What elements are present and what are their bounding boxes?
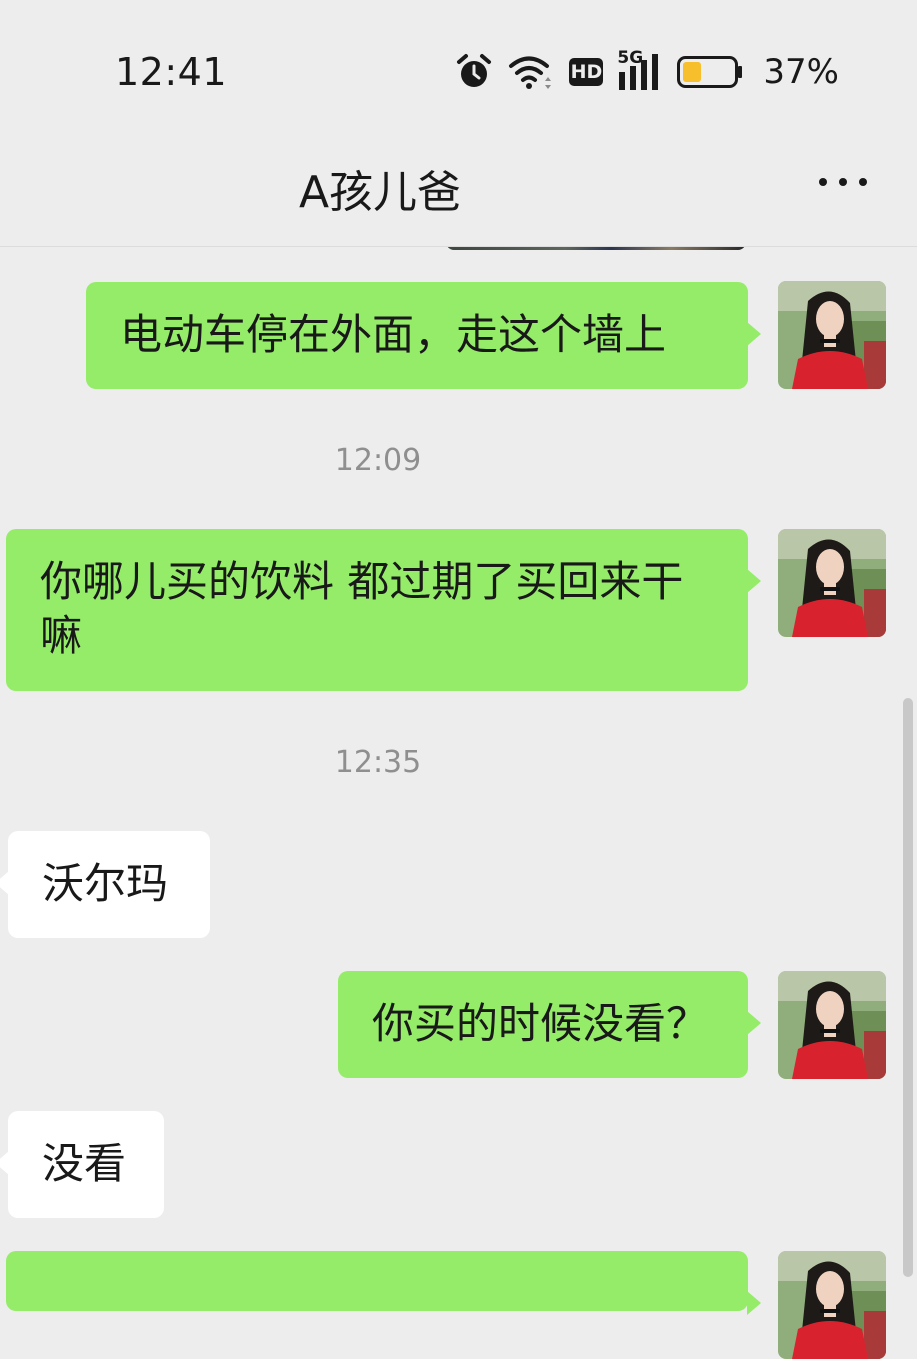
- message-text: 你哪儿买的饮料 都过期了买回来干嘛: [40, 557, 684, 660]
- signal-5g-icon: 5G: [617, 48, 663, 92]
- battery-percentage: 37%: [763, 52, 839, 92]
- avatar[interactable]: [778, 1251, 886, 1359]
- status-time: 12:41: [115, 50, 228, 94]
- scrollbar[interactable]: [903, 698, 913, 1277]
- status-icons: HD 5G 37%: [455, 48, 839, 94]
- message-text: 电动车停在外面，走这个墙上: [120, 310, 667, 359]
- message-bubble-received[interactable]: 沃尔玛: [0, 831, 210, 938]
- avatar[interactable]: [778, 281, 886, 389]
- message-bubble-sent[interactable]: 电动车停在外面，走这个墙上: [86, 282, 761, 389]
- battery-icon: [677, 56, 743, 88]
- alarm-icon: [455, 53, 493, 91]
- message-text: 没看: [42, 1139, 127, 1188]
- message-bubble-received[interactable]: 没看: [0, 1111, 164, 1218]
- message-text: 沃尔玛: [42, 859, 169, 908]
- message-text: 你买的时候没看？: [372, 999, 709, 1048]
- message-timestamp: 12:35: [334, 745, 422, 780]
- chat-title: A孩儿爸: [298, 167, 462, 218]
- message-timestamp: 12:09: [334, 443, 422, 478]
- message-bubble-sent-partial[interactable]: [6, 1251, 761, 1315]
- message-bubble-sent[interactable]: 你哪儿买的饮料 都过期了买回来干嘛: [6, 529, 761, 691]
- wifi-icon: [507, 53, 555, 91]
- avatar[interactable]: [778, 529, 886, 637]
- chat-title-bar: A孩儿爸: [0, 130, 917, 247]
- status-bar: 12:41 HD 5G 37%: [0, 0, 917, 130]
- avatar[interactable]: [778, 971, 886, 1079]
- message-bubble-sent[interactable]: 你买的时候没看？: [338, 971, 761, 1078]
- hd-icon: HD: [569, 58, 604, 86]
- more-icon[interactable]: [819, 158, 867, 206]
